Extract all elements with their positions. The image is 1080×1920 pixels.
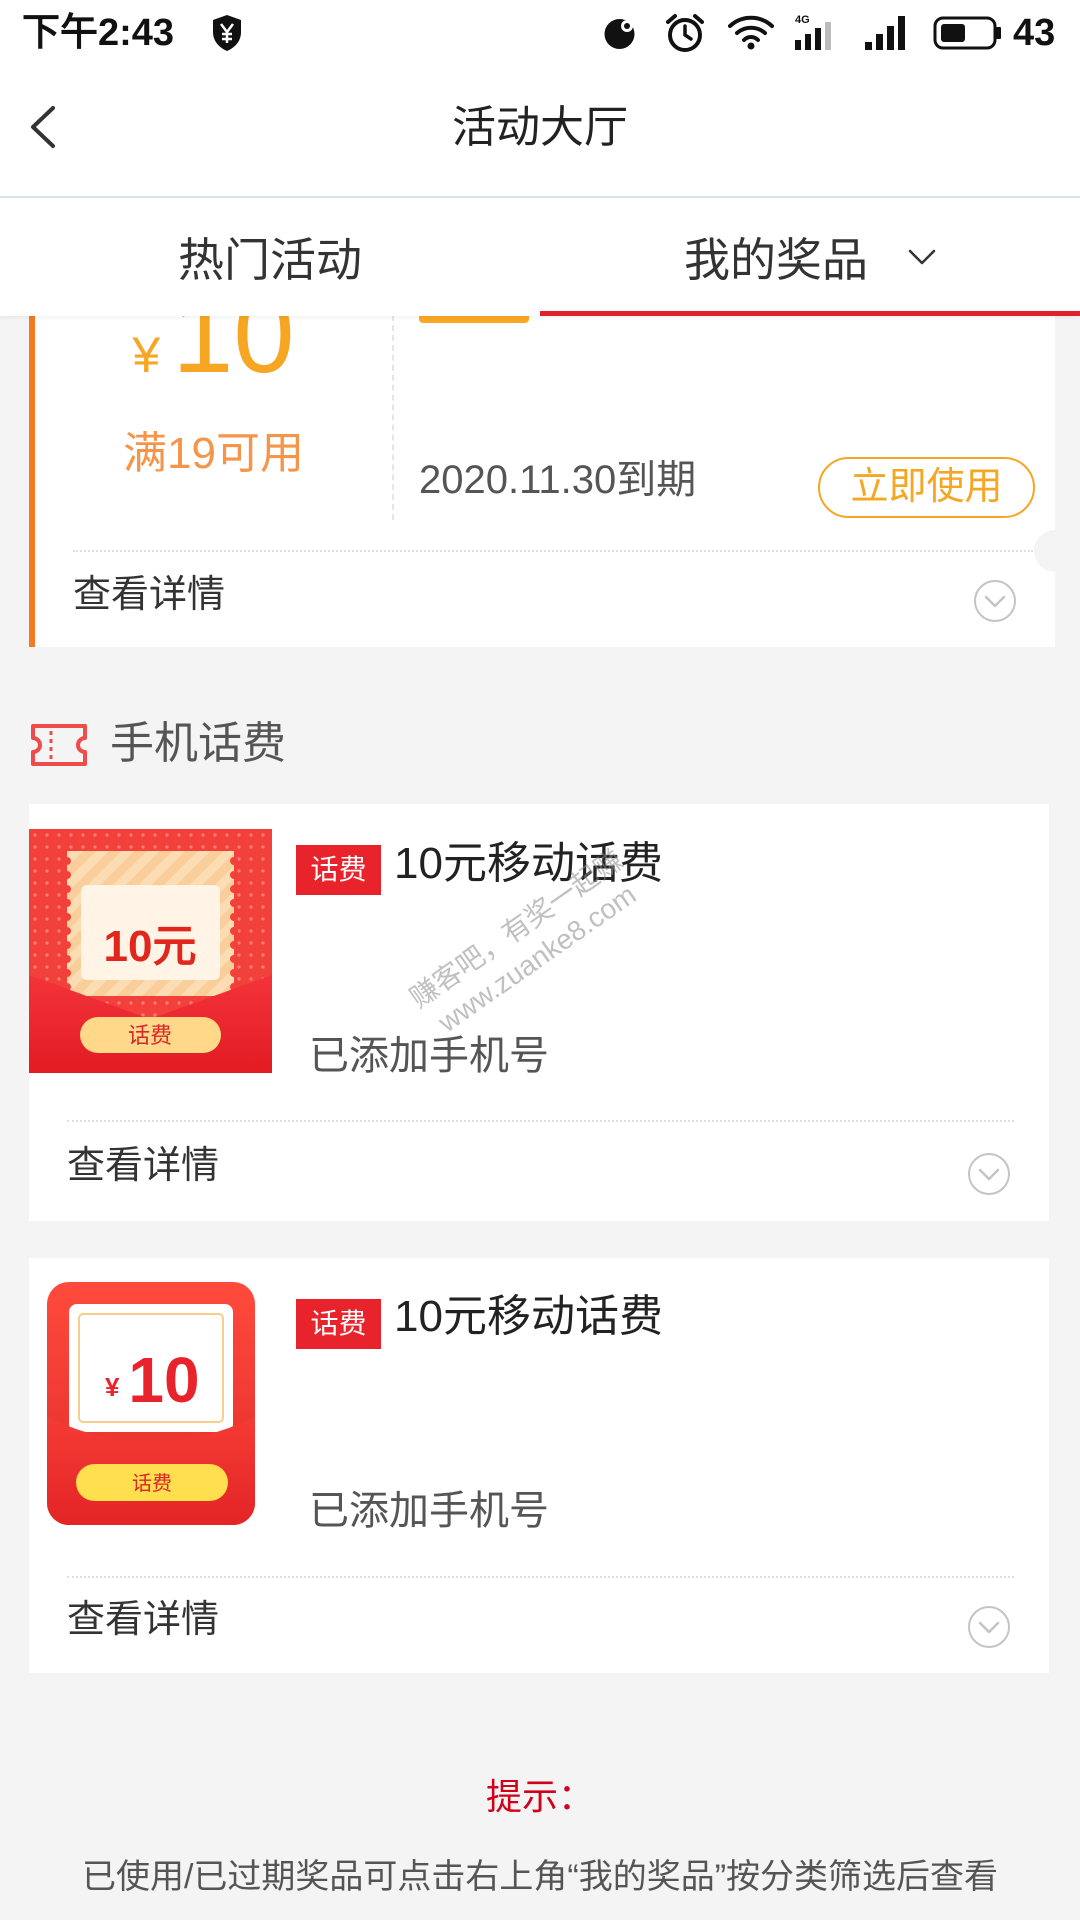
prize-image: ¥ 10 话费 (47, 1282, 255, 1525)
prize-image-amount: 10元 (104, 922, 197, 971)
page-title: 活动大厅 (452, 103, 628, 152)
section-title: 手机话费 (110, 719, 286, 768)
coupon-tag (419, 316, 529, 323)
tip-label: 提示： (485, 1776, 594, 1817)
coupon-currency: ¥ (132, 327, 161, 383)
signal-4g-icon: 4G (795, 14, 831, 50)
coupon-value: 10 (172, 316, 295, 396)
header: 活动大厅 (0, 67, 1080, 198)
coupon-expiry: 2020.11.30到期 (419, 458, 697, 502)
chevron-down-icon[interactable] (908, 248, 936, 266)
battery-icon (933, 16, 1001, 50)
active-tab-indicator (540, 311, 1080, 316)
prize-tag: 话费 (296, 1299, 381, 1349)
ticket-icon (31, 724, 87, 766)
prize-image-tag: 话费 (128, 1023, 172, 1048)
coupon-card[interactable]: ¥10 满19可用 2020.11.30到期 立即使用 查看详情 (29, 316, 1055, 647)
status-time: 下午2:43 (22, 12, 175, 54)
prize-image-amount: 10 (128, 1344, 199, 1416)
coupon-separator (73, 550, 1033, 552)
alarm-icon (666, 14, 704, 52)
signal-icon (865, 16, 905, 50)
prize-separator (67, 1120, 1014, 1122)
prize-image: 10元 话费 (29, 829, 272, 1073)
tab-bar: 热门活动 我的奖品 (0, 198, 1080, 316)
coupon-amount: ¥10 (35, 316, 392, 390)
status-bar: 下午2:43 4G 43 (0, 0, 1080, 67)
tab-label: 热门活动 (178, 234, 362, 286)
prize-status: 已添加手机号 (309, 1034, 549, 1078)
prize-card[interactable]: ¥ 10 话费 话费 10元移动话费 已添加手机号 查看详情 (29, 1258, 1049, 1673)
tab-hot-activities[interactable]: 热门活动 (0, 198, 540, 316)
tab-label: 我的奖品 (684, 234, 868, 286)
coupon-condition: 满19可用 (123, 429, 304, 478)
view-details-link[interactable]: 查看详情 (67, 1598, 219, 1642)
view-details-link[interactable]: 查看详情 (73, 573, 225, 617)
tip-text: 已使用/已过期奖品可点击右上角“我的奖品”按分类筛选后查看 (81, 1858, 999, 1896)
coupon-notch (1034, 530, 1055, 572)
app-icon (604, 19, 635, 49)
chevron-down-circle-icon[interactable] (973, 579, 1017, 623)
view-details-link[interactable]: 查看详情 (67, 1144, 219, 1188)
prize-title: 10元移动话费 (394, 839, 663, 888)
battery-percent: 43 (1013, 12, 1056, 54)
prize-separator (67, 1576, 1014, 1578)
prize-status: 已添加手机号 (309, 1489, 549, 1533)
prize-image-tag: 话费 (132, 1472, 172, 1495)
prize-tag: 话费 (296, 845, 381, 895)
prize-card[interactable]: 10元 话费 话费 10元移动话费 已添加手机号 查看详情 (29, 804, 1049, 1221)
prize-list[interactable]: ¥10 满19可用 2020.11.30到期 立即使用 查看详情 手机话费 10… (0, 316, 1080, 1920)
chevron-left-icon[interactable] (27, 104, 59, 150)
chevron-down-circle-icon[interactable] (967, 1152, 1011, 1196)
prize-title: 10元移动话费 (394, 1292, 663, 1341)
shield-icon (213, 15, 241, 51)
coupon-graphic: 10元 (63, 851, 238, 996)
chevron-down-circle-icon[interactable] (967, 1605, 1011, 1649)
network-type-label: 4G (795, 14, 810, 26)
coupon-divider (392, 316, 394, 520)
prize-image-currency: ¥ (105, 1372, 120, 1402)
use-now-button[interactable]: 立即使用 (818, 457, 1035, 518)
wifi-icon (728, 15, 774, 50)
tab-my-prizes[interactable]: 我的奖品 (540, 198, 1080, 316)
